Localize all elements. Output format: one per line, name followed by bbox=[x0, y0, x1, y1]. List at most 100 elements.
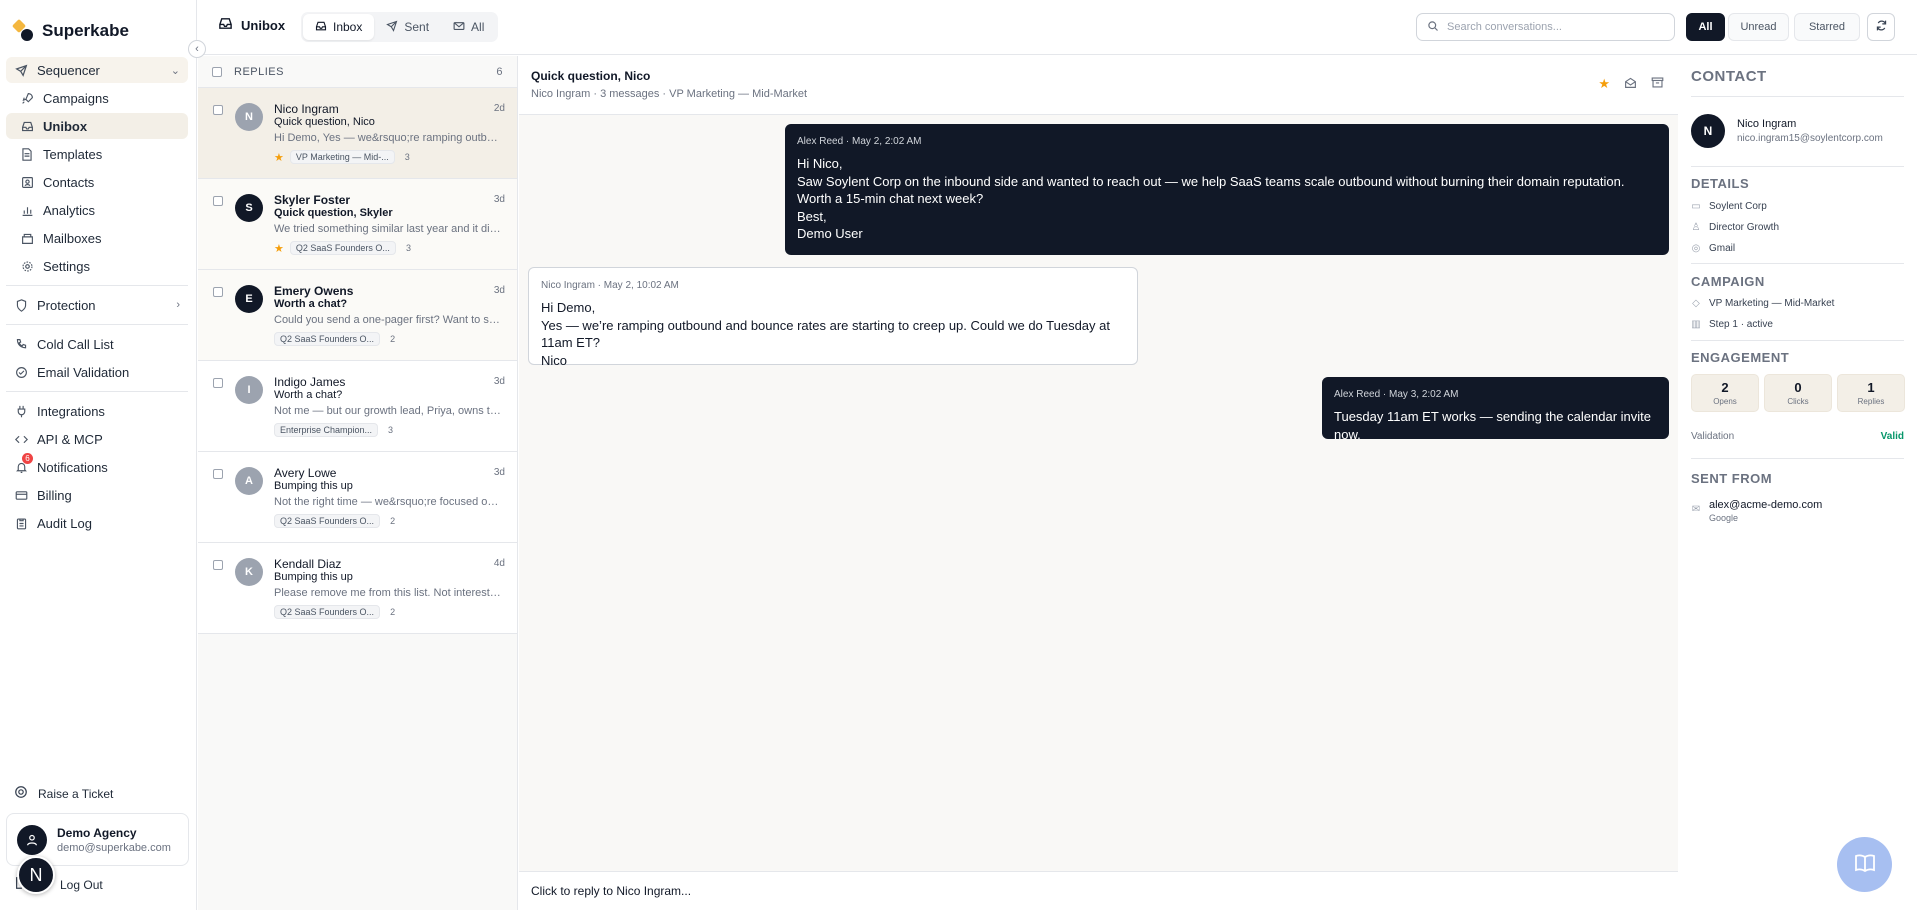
contact-panel: CONTACT N Nico Ingram nico.ingram15@soyl… bbox=[1679, 56, 1917, 910]
sidebar-item-notifications[interactable]: 6 Notifications bbox=[6, 453, 188, 480]
contact-card-icon bbox=[20, 175, 34, 189]
chevron-right-icon: › bbox=[176, 299, 180, 311]
sidebar-item-label: API & MCP bbox=[37, 431, 103, 447]
campaign-tag: Q2 SaaS Founders O... bbox=[274, 514, 381, 528]
filter-starred-button[interactable]: Starred bbox=[1794, 13, 1860, 41]
conversation-meta: Q2 SaaS Founders O... 2 bbox=[274, 332, 395, 346]
campaign-tag: Enterprise Champion... bbox=[274, 423, 379, 437]
brand[interactable]: Superkabe bbox=[11, 18, 129, 44]
conversation-age: 3d bbox=[493, 194, 505, 205]
divider bbox=[1691, 263, 1904, 264]
refresh-button[interactable] bbox=[1867, 13, 1895, 41]
next-dev-indicator[interactable]: N bbox=[17, 856, 55, 894]
conversation-checkbox[interactable] bbox=[213, 105, 223, 115]
user-avatar-icon bbox=[17, 824, 47, 855]
conversation-item[interactable]: K Kendall Diaz 4d Bumping this up Please rem… bbox=[198, 543, 517, 634]
campaign-name-row[interactable]: ◇ VP Marketing — Mid-Market bbox=[1691, 298, 1834, 309]
conversation-item[interactable]: A Avery Lowe 3d Bumping this up Not the righ… bbox=[198, 452, 517, 543]
help-docs-button[interactable] bbox=[1837, 837, 1892, 892]
chevron-down-icon: ⌄ bbox=[170, 64, 180, 77]
conversation-subject: Bumping this up bbox=[274, 480, 353, 492]
contact-email[interactable]: nico.ingram15@soylentcorp.com bbox=[1737, 133, 1883, 144]
sidebar: Superkabe Sequencer ⌄ Campaigns Unibox T… bbox=[0, 0, 197, 910]
conversation-checkbox[interactable] bbox=[213, 287, 223, 297]
select-all-checkbox[interactable] bbox=[212, 66, 222, 77]
star-icon[interactable]: ★ bbox=[1598, 76, 1610, 92]
message-line: Hi Nico, bbox=[797, 156, 843, 171]
sidebar-item-contacts[interactable]: Contacts bbox=[6, 169, 188, 195]
sidebar-nav: Sequencer ⌄ Campaigns Unibox Templates C… bbox=[6, 57, 188, 538]
search-input[interactable] bbox=[1447, 21, 1667, 33]
sidebar-item-label: Mailboxes bbox=[43, 230, 102, 246]
raise-ticket-link[interactable]: Raise a Ticket bbox=[14, 785, 113, 802]
sidebar-item-audit-log[interactable]: Audit Log bbox=[6, 510, 188, 536]
thread-view: Quick question, Nico Nico Ingram · 3 mes… bbox=[519, 56, 1678, 910]
sidebar-item-email-validation[interactable]: Email Validation bbox=[6, 359, 188, 385]
conversation-meta: Q2 SaaS Founders O... 2 bbox=[274, 605, 395, 619]
conversation-checkbox[interactable] bbox=[213, 560, 223, 570]
conversation-meta: Enterprise Champion... 3 bbox=[274, 423, 393, 437]
archive-icon[interactable] bbox=[1651, 76, 1664, 92]
mail-icon bbox=[453, 20, 465, 35]
send-icon bbox=[14, 63, 28, 77]
sidebar-item-templates[interactable]: Templates bbox=[6, 141, 188, 167]
contact-avatar: N bbox=[1691, 114, 1725, 148]
message-count: 2 bbox=[390, 607, 396, 617]
collapse-sidebar-button[interactable]: ‹ bbox=[188, 40, 206, 58]
divider bbox=[1691, 340, 1904, 341]
sender-name: Nico Ingram bbox=[274, 102, 339, 116]
campaign-step: Step 1 · active bbox=[1709, 319, 1773, 330]
campaign-tag: Q2 SaaS Founders O... bbox=[274, 332, 381, 346]
filter-all-button[interactable]: All bbox=[1686, 13, 1725, 41]
sidebar-item-api-mcp[interactable]: API & MCP bbox=[6, 426, 188, 452]
filter-unread-button[interactable]: Unread bbox=[1728, 13, 1789, 41]
sidebar-item-label: Integrations bbox=[37, 403, 105, 419]
tab-sent[interactable]: Sent bbox=[374, 14, 441, 40]
sidebar-item-label: Campaigns bbox=[43, 90, 109, 106]
thread-subtitle: Nico Ingram · 3 messages · VP Marketing … bbox=[531, 88, 808, 100]
campaign-tag: Q2 SaaS Founders O... bbox=[289, 241, 396, 255]
divider bbox=[6, 391, 188, 392]
conversation-item[interactable]: I Indigo James 3d Worth a chat? Not me — but… bbox=[198, 361, 517, 452]
sidebar-item-mailboxes[interactable]: Mailboxes bbox=[6, 225, 188, 251]
conversation-checkbox[interactable] bbox=[213, 469, 223, 479]
reply-composer[interactable]: Click to reply to Nico Ingram... bbox=[519, 871, 1678, 910]
star-icon: ★ bbox=[274, 151, 284, 164]
sidebar-item-settings[interactable]: Settings bbox=[6, 253, 188, 279]
conversation-checkbox[interactable] bbox=[213, 378, 223, 388]
sidebar-item-cold-call-list[interactable]: Cold Call List bbox=[6, 331, 188, 357]
sent-from-row: ✉ alex@acme-demo.com Google bbox=[1691, 499, 1822, 523]
conversation-subject: Bumping this up bbox=[274, 571, 353, 583]
message-count: 3 bbox=[404, 152, 410, 162]
conversation-item[interactable]: S Skyler Foster 3d Quick question, Skyler We… bbox=[198, 179, 517, 270]
sidebar-item-campaigns[interactable]: Campaigns bbox=[6, 85, 188, 111]
thread-title: Quick question, Nico bbox=[531, 69, 651, 83]
tab-inbox[interactable]: Inbox bbox=[303, 14, 375, 40]
conversation-meta: ★ Q2 SaaS Founders O... 3 bbox=[274, 241, 411, 255]
sidebar-item-protection[interactable]: Protection › bbox=[6, 292, 188, 318]
shield-icon bbox=[14, 298, 28, 312]
lifebuoy-icon bbox=[14, 785, 28, 802]
chart-icon bbox=[20, 203, 34, 217]
sidebar-item-integrations[interactable]: Integrations bbox=[6, 398, 188, 424]
conversation-item[interactable]: N Nico Ingram 2d Quick question, Nico Hi Dem… bbox=[198, 88, 517, 179]
conversation-list: REPLIES 6 N Nico Ingram 2d Quick question, … bbox=[198, 56, 518, 910]
mark-read-icon[interactable] bbox=[1624, 76, 1637, 92]
conversation-checkbox[interactable] bbox=[213, 196, 223, 206]
message-line: Worth a 15-min chat next week? bbox=[797, 191, 984, 206]
sidebar-item-analytics[interactable]: Analytics bbox=[6, 197, 188, 223]
message-count: 2 bbox=[390, 334, 396, 344]
conversation-item[interactable]: E Emery Owens 3d Worth a chat? Could you sen… bbox=[198, 270, 517, 361]
message-outbound: Alex Reed · May 3, 2:02 AM Tuesday 11am … bbox=[1322, 377, 1669, 442]
sidebar-item-label: Settings bbox=[43, 258, 90, 274]
sidebar-item-sequencer[interactable]: Sequencer ⌄ bbox=[6, 57, 188, 83]
tab-all[interactable]: All bbox=[441, 14, 496, 40]
tab-label: All bbox=[471, 20, 485, 34]
detail-role: ♙ Director Growth bbox=[1691, 222, 1780, 233]
account-email: demo@superkabe.com bbox=[57, 841, 171, 854]
validation-label: Validation bbox=[1691, 431, 1735, 442]
sidebar-item-unibox[interactable]: Unibox bbox=[6, 113, 188, 139]
conversation-preview: Could you send a one-pager first? Want t… bbox=[274, 314, 502, 326]
notifications-count-badge: 6 bbox=[22, 453, 33, 464]
sidebar-item-billing[interactable]: Billing bbox=[6, 482, 188, 508]
